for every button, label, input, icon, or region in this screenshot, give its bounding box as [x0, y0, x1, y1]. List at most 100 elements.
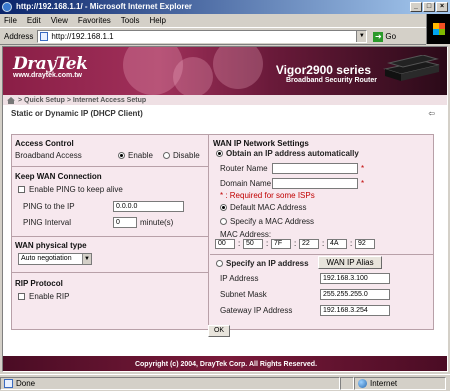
ip-address-label: IP Address: [220, 274, 259, 283]
mac-address-label: MAC Address:: [220, 230, 272, 239]
back-arrow-icon[interactable]: ⇦: [428, 109, 435, 118]
page-done-icon: [4, 378, 13, 388]
wan-physical-type-heading: WAN physical type: [15, 241, 87, 250]
domain-name-label: Domain Name: [220, 179, 272, 188]
left-column: Access Control Broadband Access Enable D…: [12, 135, 209, 329]
address-label: Address: [4, 32, 34, 41]
gateway-label: Gateway IP Address: [220, 306, 293, 315]
go-arrow-icon: ➜: [373, 31, 384, 42]
logo-url: www.draytek.com.tw: [13, 72, 82, 79]
address-url: http://192.168.1.1: [51, 32, 114, 41]
address-bar: Address http://192.168.1.1 ▼ ➜ Go: [0, 29, 426, 45]
mac-separator: :: [350, 239, 353, 248]
setup-form: Access Control Broadband Access Enable D…: [11, 134, 434, 330]
status-pane: [340, 376, 354, 390]
router-name-label: Router Name: [220, 164, 268, 173]
product-name: Vigor2900 series: [275, 63, 371, 77]
right-column: WAN IP Network Settings Obtain an IP add…: [210, 135, 433, 329]
home-icon[interactable]: [7, 96, 15, 104]
header-banner: DrayTek www.draytek.com.tw Vigor2900 ser…: [3, 47, 447, 95]
divider: [12, 272, 209, 273]
specify-ip-radio[interactable]: [216, 260, 223, 267]
breadcrumb: > Quick Setup > Internet Access Setup: [3, 95, 447, 105]
domain-name-input[interactable]: [272, 178, 358, 189]
obtain-ip-auto-radio[interactable]: [216, 150, 223, 157]
broadband-disable-label: Disable: [173, 151, 200, 160]
required-star: *: [361, 164, 365, 173]
menu-bar: File Edit View Favorites Tools Help: [0, 14, 450, 28]
go-button[interactable]: ➜ Go: [373, 31, 397, 42]
wan-physical-type-select[interactable]: Auto negotiation ▼: [18, 253, 92, 265]
specify-mac-label: Specify a MAC Address: [230, 217, 315, 226]
mac-octet-2[interactable]: 50: [243, 239, 263, 249]
zone-pane: Internet: [354, 376, 446, 390]
page-icon: [40, 32, 49, 41]
window-title-bar: http://192.168.1.1/ - Microsoft Internet…: [0, 0, 450, 14]
menu-help[interactable]: Help: [149, 16, 165, 25]
enable-rip-label: Enable RIP: [29, 292, 70, 301]
ping-keepalive-checkbox[interactable]: [18, 186, 25, 193]
keep-wan-heading: Keep WAN Connection: [15, 172, 102, 181]
ping-interval-input[interactable]: 0: [113, 217, 137, 228]
mac-octet-6[interactable]: 92: [355, 239, 375, 249]
broadband-disable-radio[interactable]: [163, 152, 170, 159]
window-controls: _ □ ×: [410, 2, 448, 12]
windows-logo-icon: [426, 14, 450, 44]
mac-octet-3[interactable]: 7F: [271, 239, 291, 249]
product-tagline: Broadband Security Router: [285, 77, 377, 84]
wan-physical-type-value: Auto negotiation: [21, 255, 72, 262]
wan-ip-alias-button[interactable]: WAN IP Alias: [318, 256, 382, 269]
router-name-input[interactable]: [272, 163, 358, 174]
specify-ip-label: Specify an IP address: [226, 259, 309, 268]
broadband-access-label: Broadband Access: [15, 151, 82, 160]
maximize-button[interactable]: □: [423, 2, 435, 12]
mac-separator: :: [266, 239, 269, 248]
menu-view[interactable]: View: [51, 16, 68, 25]
access-control-heading: Access Control: [15, 139, 74, 148]
broadband-enable-radio[interactable]: [118, 152, 125, 159]
draytek-logo: DrayTek: [13, 54, 88, 74]
required-star: *: [361, 179, 365, 188]
chevron-down-icon[interactable]: ▼: [82, 254, 91, 264]
mac-octet-1[interactable]: 00: [215, 239, 235, 249]
default-mac-label: Default MAC Address: [230, 203, 307, 212]
menu-edit[interactable]: Edit: [27, 16, 41, 25]
default-mac-radio[interactable]: [220, 204, 227, 211]
ping-interval-unit: minute(s): [140, 218, 174, 227]
address-dropdown-icon[interactable]: ▼: [356, 31, 367, 42]
minimize-button[interactable]: _: [410, 2, 422, 12]
rip-protocol-heading: RIP Protocol: [15, 279, 63, 288]
status-text-pane: Done: [0, 376, 340, 390]
copyright-footer: Copyright (c) 2004, DrayTek Corp. All Ri…: [3, 356, 447, 371]
mac-octet-5[interactable]: 4A: [327, 239, 347, 249]
enable-rip-checkbox[interactable]: [18, 293, 25, 300]
divider: [210, 254, 433, 255]
breadcrumb-text[interactable]: > Quick Setup > Internet Access Setup: [18, 97, 146, 104]
mac-octet-4[interactable]: 22: [299, 239, 319, 249]
address-input[interactable]: http://192.168.1.1 ▼: [37, 30, 368, 43]
flower-decoration: [213, 47, 263, 89]
menu-tools[interactable]: Tools: [121, 16, 140, 25]
subnet-mask-input[interactable]: 255.255.255.0: [320, 289, 390, 300]
divider: [12, 236, 209, 237]
window-title: http://192.168.1.1/ - Microsoft Internet…: [16, 2, 193, 11]
ok-button[interactable]: OK: [208, 325, 230, 337]
ping-ip-input[interactable]: 0.0.0.0: [113, 201, 184, 212]
status-text: Done: [16, 378, 36, 388]
page-title: Static or Dynamic IP (DHCP Client): [11, 109, 143, 118]
gateway-input[interactable]: 192.168.3.254: [320, 305, 390, 316]
specify-mac-radio[interactable]: [220, 218, 227, 225]
menu-favorites[interactable]: Favorites: [78, 16, 111, 25]
internet-zone-icon: [358, 378, 367, 388]
flower-decoration: [173, 57, 213, 95]
subnet-mask-label: Subnet Mask: [220, 290, 267, 299]
ip-address-input[interactable]: 192.168.3.100: [320, 273, 390, 284]
obtain-ip-auto-label: Obtain an IP address automatically: [226, 149, 359, 158]
go-label: Go: [385, 32, 397, 41]
page-content: DrayTek www.draytek.com.tw Vigor2900 ser…: [2, 46, 448, 372]
broadband-enable-label: Enable: [128, 151, 153, 160]
menu-file[interactable]: File: [4, 16, 17, 25]
router-image: [383, 55, 440, 81]
close-button[interactable]: ×: [436, 2, 448, 12]
internet-explorer-icon: [2, 2, 12, 12]
